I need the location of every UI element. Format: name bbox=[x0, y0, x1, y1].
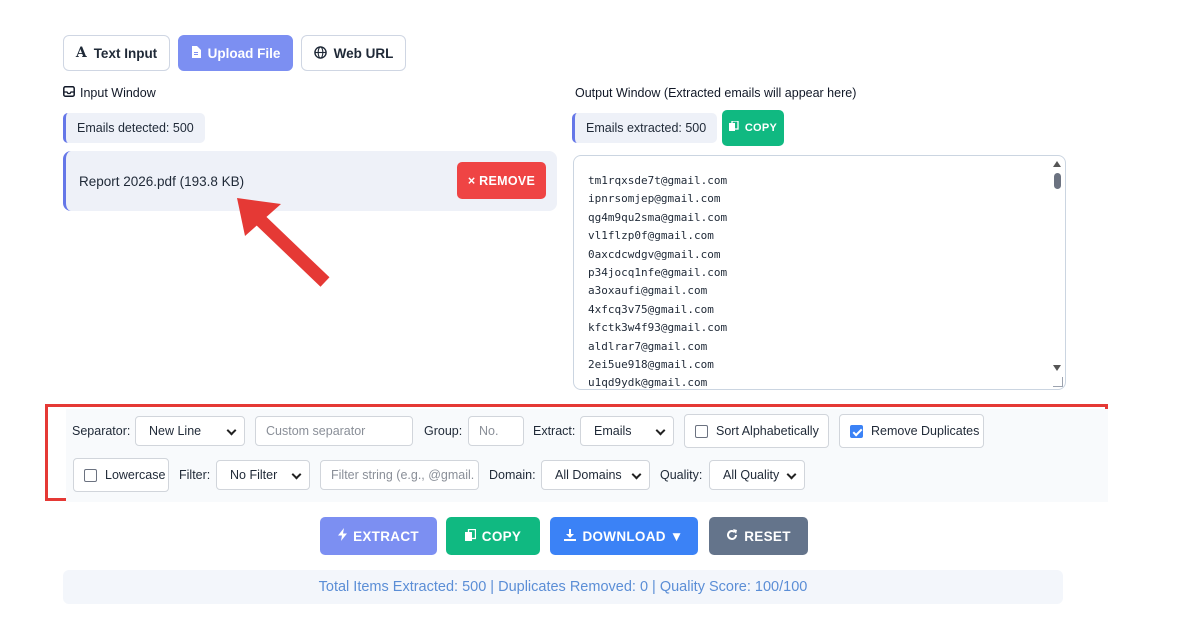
sort-alphabetically-checkbox[interactable]: Sort Alphabetically bbox=[684, 414, 829, 448]
bolt-icon bbox=[338, 528, 348, 544]
chevron-down-icon bbox=[226, 425, 237, 436]
emails-detected-badge: Emails detected: 500 bbox=[63, 113, 205, 143]
custom-separator-input[interactable]: Custom separator bbox=[255, 416, 413, 446]
list-item: a3oxaufi@gmail.com bbox=[588, 284, 708, 298]
separator-select[interactable]: New Line bbox=[135, 416, 245, 446]
list-item: p34jocq1nfe@gmail.com bbox=[588, 265, 728, 279]
remove-duplicates-checkbox[interactable]: Remove Duplicates bbox=[839, 414, 984, 448]
download-button[interactable]: DOWNLOAD ▼ bbox=[550, 517, 698, 555]
extract-label: Extract: bbox=[533, 424, 576, 438]
scroll-down-icon[interactable] bbox=[1053, 365, 1061, 371]
tab-upload-file[interactable]: Upload File bbox=[178, 35, 293, 71]
tab-label: Web URL bbox=[333, 45, 394, 61]
output-textarea[interactable]: tm1rqxsde7t@gmail.com ipnrsomjep@gmail.c… bbox=[573, 155, 1066, 390]
lowercase-checkbox[interactable]: Lowercase bbox=[73, 458, 169, 492]
summary-text: Total Items Extracted: 500 | Duplicates … bbox=[318, 579, 808, 595]
scrollbar-thumb[interactable] bbox=[1054, 173, 1061, 189]
chevron-down-icon bbox=[655, 425, 666, 436]
reset-icon bbox=[726, 528, 738, 544]
tab-label: Upload File bbox=[207, 45, 281, 61]
checkbox-checked-icon bbox=[850, 424, 863, 438]
list-item: vl1flzp0f@gmail.com bbox=[588, 229, 714, 243]
file-icon bbox=[191, 46, 201, 60]
list-item: 4xfcq3v75@gmail.com bbox=[588, 302, 714, 316]
input-window-heading: Input Window bbox=[63, 86, 156, 100]
domain-label: Domain: bbox=[489, 468, 536, 482]
list-item: tm1rqxsde7t@gmail.com bbox=[588, 174, 728, 187]
domain-select[interactable]: All Domains bbox=[541, 460, 650, 490]
filter-select[interactable]: No Filter bbox=[216, 460, 310, 490]
list-item: 0axcdcwdgv@gmail.com bbox=[588, 247, 721, 261]
resize-handle-icon[interactable] bbox=[1053, 377, 1063, 387]
download-icon bbox=[564, 528, 577, 544]
tab-label: Text Input bbox=[93, 45, 158, 61]
quality-select[interactable]: All Quality bbox=[709, 460, 805, 490]
file-name: Report 2026.pdf (193.8 KB) bbox=[79, 173, 245, 189]
email-list: tm1rqxsde7t@gmail.com ipnrsomjep@gmail.c… bbox=[588, 172, 728, 390]
summary-bar: Total Items Extracted: 500 | Duplicates … bbox=[63, 570, 1063, 604]
list-item: aldlrar7@gmail.com bbox=[588, 339, 708, 353]
quality-label: Quality: bbox=[660, 468, 703, 482]
list-item: kfctk3w4f93@gmail.com bbox=[588, 321, 728, 335]
chevron-down-icon bbox=[631, 469, 642, 480]
filter-string-input[interactable]: Filter string (e.g., @gmail. bbox=[320, 460, 479, 490]
emails-extracted-badge: Emails extracted: 500 bbox=[572, 113, 718, 143]
copy-button[interactable]: COPY bbox=[446, 517, 540, 555]
checkbox-box bbox=[84, 468, 97, 482]
annotation-arrow bbox=[237, 198, 330, 287]
list-item: 2ei5ue918@gmail.com bbox=[588, 357, 714, 371]
text-icon: A bbox=[75, 45, 87, 61]
inbox-icon bbox=[63, 86, 75, 100]
extract-button[interactable]: EXTRACT bbox=[320, 517, 437, 555]
copy-icon bbox=[728, 120, 739, 135]
list-item: u1qd9ydk@gmail.com bbox=[588, 376, 708, 390]
tab-text-input[interactable]: A Text Input bbox=[63, 35, 170, 71]
group-label: Group: bbox=[424, 424, 463, 438]
reset-button[interactable]: RESET bbox=[709, 517, 808, 555]
copy-output-button[interactable]: COPY bbox=[722, 110, 784, 146]
tab-web-url[interactable]: Web URL bbox=[301, 35, 406, 71]
extract-select[interactable]: Emails bbox=[580, 416, 674, 446]
copy-icon bbox=[464, 528, 476, 544]
separator-label: Separator: bbox=[72, 424, 131, 438]
checkbox-box bbox=[695, 424, 708, 438]
chevron-down-icon bbox=[291, 469, 302, 480]
scroll-up-icon[interactable] bbox=[1053, 161, 1061, 167]
group-input[interactable]: No. bbox=[468, 416, 524, 446]
globe-icon bbox=[313, 45, 327, 61]
list-item: ipnrsomjep@gmail.com bbox=[588, 192, 721, 206]
output-window-heading: Output Window (Extracted emails will app… bbox=[575, 86, 857, 100]
chevron-down-icon bbox=[786, 469, 797, 480]
remove-file-button[interactable]: × REMOVE bbox=[457, 162, 546, 199]
list-item: qg4m9qu2sma@gmail.com bbox=[588, 210, 728, 224]
filter-label: Filter: bbox=[179, 468, 211, 482]
